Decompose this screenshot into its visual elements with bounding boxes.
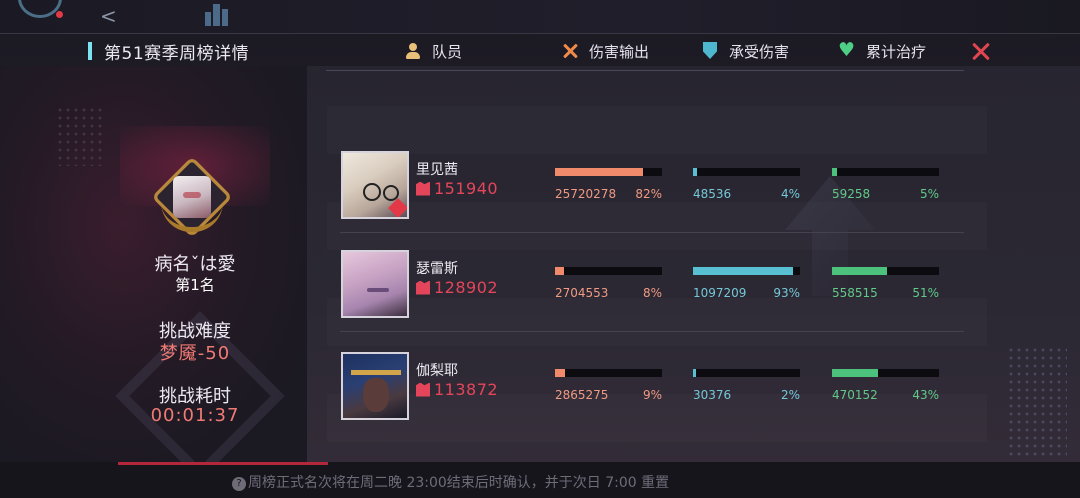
column-header-member: 队员: [404, 40, 462, 62]
damage-bar: [555, 168, 662, 176]
heal-value: 558515: [832, 286, 878, 300]
laurel-icon: [161, 202, 223, 232]
avatar-detail: [367, 288, 389, 292]
power-icon: [416, 181, 430, 196]
column-header-taken: 承受伤害: [701, 40, 789, 62]
heal-percent: 5%: [919, 187, 939, 201]
taken-bar: [693, 369, 800, 377]
taken-percent: 4%: [780, 187, 800, 201]
taken-bar-fill: [693, 369, 696, 377]
heal-bar-fill: [832, 168, 837, 176]
damage-percent: 9%: [642, 388, 662, 402]
member-row[interactable]: 瑟雷斯 128902 2704553 8% 1097209 93% 558515…: [326, 234, 964, 332]
shield-icon: [701, 42, 719, 60]
title-accent-bar: [88, 42, 92, 60]
column-header-label: 队员: [432, 42, 463, 61]
decorative-dot-grid: [1007, 346, 1067, 456]
notification-dot: [56, 11, 63, 18]
heal-bar: [832, 267, 939, 275]
power-icon: [416, 280, 430, 295]
power-icon: [416, 382, 430, 397]
damage-value: 25720278: [555, 187, 617, 201]
damage-value: 2865275: [555, 388, 609, 402]
avatar-detail: [363, 183, 381, 201]
damage-bar-fill: [555, 168, 643, 176]
heal-bar: [832, 168, 939, 176]
member-name: 伽梨耶: [416, 363, 458, 379]
damage-bar-fill: [555, 267, 564, 275]
taken-bar-fill: [693, 168, 697, 176]
member-power: 151940: [416, 179, 498, 198]
member-avatar[interactable]: [341, 352, 409, 420]
taken-percent: 93%: [773, 286, 800, 300]
bottom-accent-line: [118, 462, 328, 465]
damage-value: 2704553: [555, 286, 609, 300]
heal-bar-fill: [832, 369, 878, 377]
taken-percent: 2%: [780, 388, 800, 402]
help-icon[interactable]: ?: [232, 477, 246, 491]
modal-title: 第51赛季周榜详情: [104, 44, 250, 64]
background-top-bar: <: [0, 0, 1080, 34]
member-row[interactable]: 里见茜 151940 25720278 82% 48536 4% 59258 5…: [326, 135, 964, 233]
person-icon: [404, 42, 422, 60]
member-avatar[interactable]: [341, 151, 409, 219]
member-name: 里见茜: [416, 162, 458, 178]
member-avatar[interactable]: [341, 250, 409, 318]
member-power: 113872: [416, 380, 498, 399]
reset-notice: ? 周榜正式名次将在周二晚 23:00结束后时确认，并于次日 7:00 重置: [232, 472, 669, 492]
crossed-swords-icon: [561, 42, 579, 60]
row-divider: [340, 331, 964, 332]
player-avatar-badge: [151, 156, 233, 238]
taken-bar: [693, 267, 800, 275]
player-summary-panel: 病名ˇは愛 第1名 挑战难度 梦魇-50 挑战耗时 00:01:37: [0, 66, 307, 481]
avatar-detail: [363, 378, 389, 412]
back-arrow-icon[interactable]: <: [100, 4, 117, 28]
heart-icon: [838, 39, 856, 61]
member-power-value: 113872: [434, 380, 499, 399]
taken-bar-fill: [693, 267, 793, 275]
column-header-label: 承受伤害: [729, 42, 790, 61]
taken-value: 48536: [693, 187, 732, 201]
damage-bar: [555, 267, 662, 275]
heal-value: 470152: [832, 388, 878, 402]
column-header-damage: 伤害输出: [561, 40, 649, 62]
damage-bar: [555, 369, 662, 377]
taken-bar: [693, 168, 800, 176]
row-divider: [340, 232, 964, 233]
damage-percent: 82%: [635, 187, 662, 201]
avatar-detail: [351, 370, 401, 375]
member-power-value: 128902: [434, 278, 499, 297]
close-icon[interactable]: [969, 40, 995, 64]
heal-bar: [832, 369, 939, 377]
column-header-label: 伤害输出: [589, 42, 650, 61]
heal-percent: 51%: [912, 286, 939, 300]
taken-value: 1097209: [693, 286, 747, 300]
heal-bar-fill: [832, 267, 887, 275]
header-divider: [326, 70, 964, 71]
reset-notice-text: 周榜正式名次将在周二晚 23:00结束后时确认，并于次日 7:00 重置: [248, 475, 670, 491]
member-row[interactable]: 伽梨耶 113872 2865275 9% 30376 2% 470152 43…: [326, 336, 964, 434]
column-header-heal: 累计治疗: [838, 39, 927, 62]
damage-bar-fill: [555, 369, 565, 377]
taken-value: 30376: [693, 388, 732, 402]
member-name: 瑟雷斯: [416, 261, 458, 277]
column-header-label: 累计治疗: [866, 42, 927, 61]
heal-percent: 43%: [912, 388, 939, 402]
avatar-detail: [388, 198, 407, 217]
heal-value: 59258: [832, 187, 871, 201]
member-power: 128902: [416, 278, 498, 297]
city-icon[interactable]: [205, 4, 229, 26]
damage-percent: 8%: [642, 286, 662, 300]
member-power-value: 151940: [434, 179, 499, 198]
